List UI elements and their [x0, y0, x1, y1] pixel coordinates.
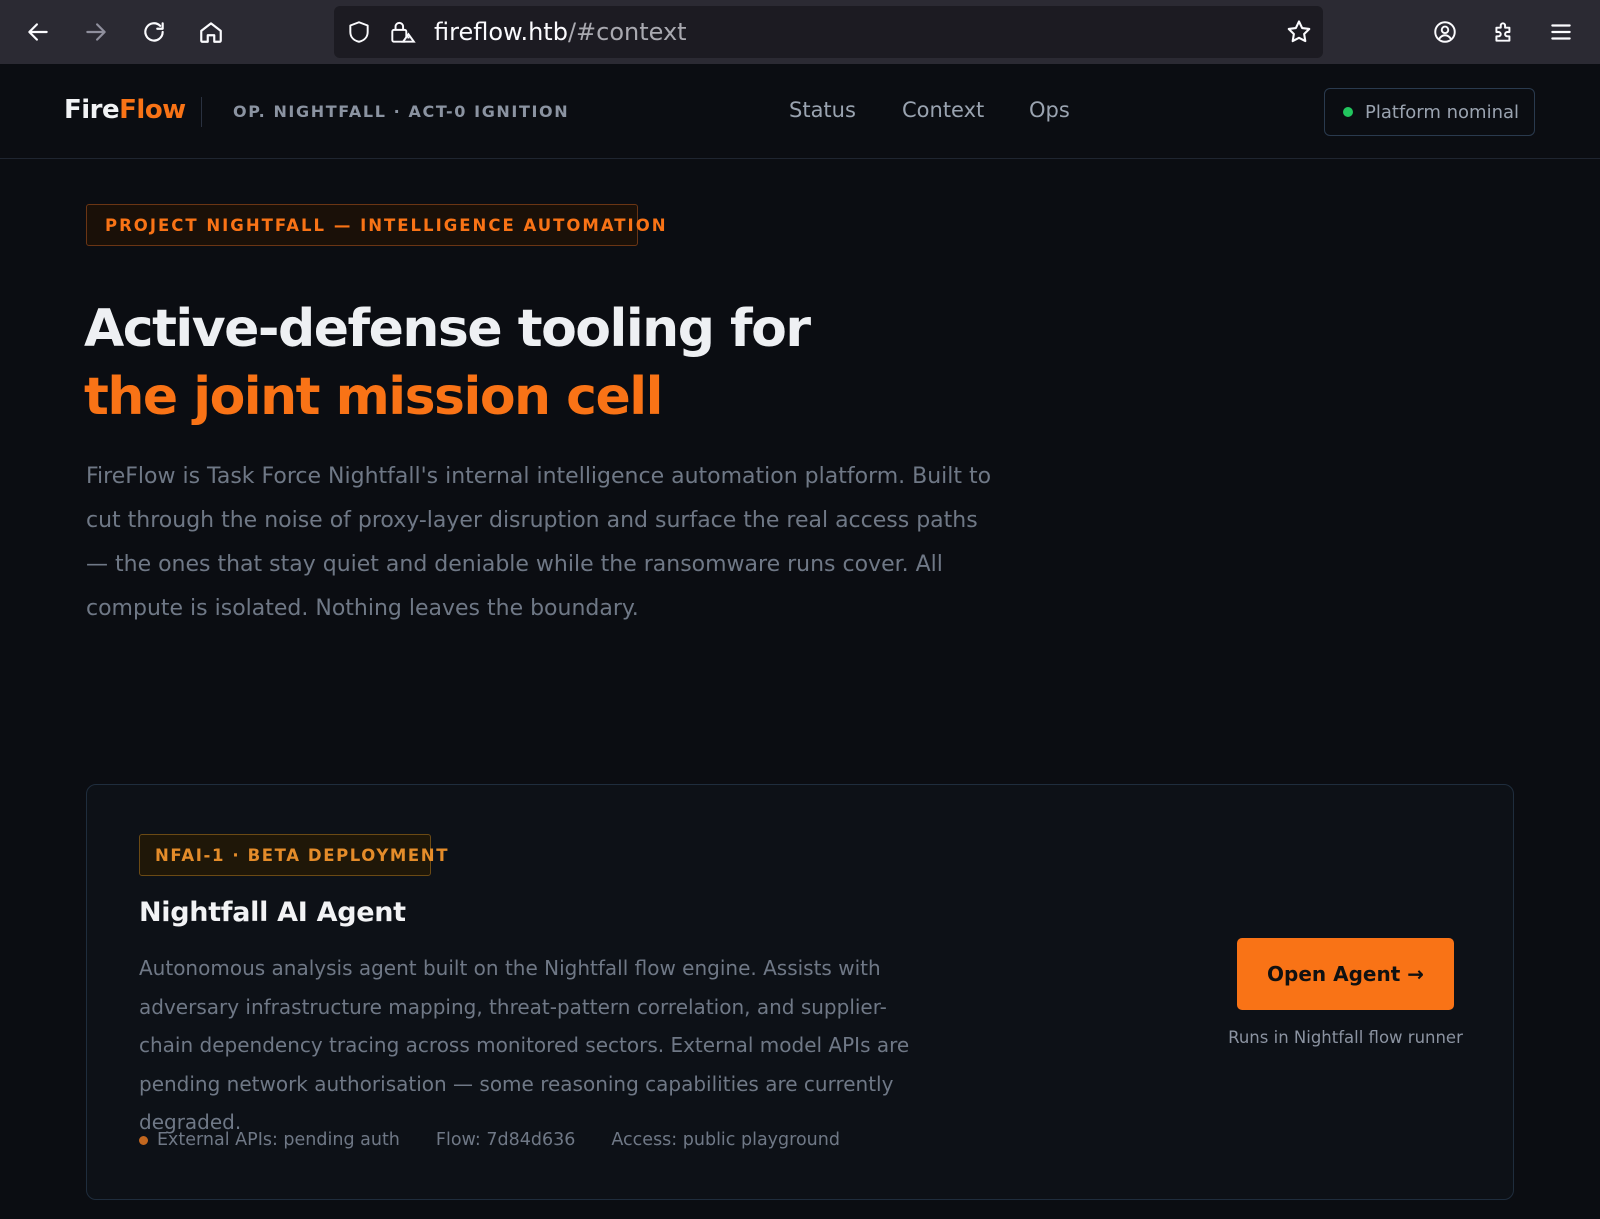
menu-icon[interactable] [1541, 12, 1581, 52]
header-divider [201, 97, 202, 127]
logo-accent: Flow [119, 95, 186, 125]
address-bar[interactable]: fireflow.htb/#context [334, 6, 1323, 58]
deployment-badge-label: NFAI-1 · BETA DEPLOYMENT [155, 845, 450, 865]
operation-label: OP. NIGHTFALL · ACT-0 IGNITION [233, 102, 570, 121]
agent-title: Nightfall AI Agent [139, 897, 406, 928]
nav-context[interactable]: Context [902, 98, 984, 122]
meta-external-apis: External APIs: pending auth [157, 1130, 400, 1150]
hero-title-line2: the joint mission cell [84, 367, 663, 427]
open-agent-caption: Runs in Nightfall flow runner [1228, 1028, 1463, 1047]
extensions-icon[interactable] [1484, 12, 1524, 52]
reload-icon[interactable] [134, 12, 174, 52]
hero-title: Active-defense tooling for the joint mis… [84, 295, 811, 431]
shield-icon[interactable] [346, 19, 372, 49]
agent-description: Autonomous analysis agent built on the N… [139, 956, 910, 1134]
logo-primary: Fire [64, 95, 120, 125]
back-icon[interactable] [18, 12, 58, 52]
lock-icon[interactable] [388, 19, 416, 49]
platform-status-badge: Platform nominal [1324, 88, 1535, 136]
url-text: fireflow.htb/#context [434, 18, 687, 46]
agent-card: NFAI-1 · BETA DEPLOYMENT Nightfall AI Ag… [86, 784, 1514, 1200]
project-tag: PROJECT NIGHTFALL — INTELLIGENCE AUTOMAT… [86, 204, 666, 246]
nav-status[interactable]: Status [789, 98, 856, 122]
deployment-badge: NFAI-1 · BETA DEPLOYMENT [139, 834, 447, 876]
fireflow-logo[interactable]: FireFlow [64, 95, 186, 125]
meta-access: Access: public playground [611, 1130, 840, 1150]
pending-status-dot-icon [139, 1135, 148, 1145]
home-icon[interactable] [191, 12, 231, 52]
project-tag-label: PROJECT NIGHTFALL — INTELLIGENCE AUTOMAT… [105, 215, 668, 235]
bookmark-star-icon[interactable] [1285, 18, 1313, 50]
site-header: FireFlow OP. NIGHTFALL · ACT-0 IGNITION … [0, 64, 1600, 159]
hero-title-line1: Active-defense tooling for [84, 299, 811, 359]
status-text: Platform nominal [1365, 101, 1520, 123]
browser-toolbar: fireflow.htb/#context [0, 0, 1600, 64]
forward-icon[interactable] [76, 12, 116, 52]
status-indicator-icon [1343, 107, 1353, 117]
url-path: /#context [567, 18, 687, 46]
url-host: fireflow.htb [434, 18, 568, 46]
meta-flow-id: Flow: 7d84d636 [435, 1130, 576, 1150]
account-icon[interactable] [1425, 12, 1465, 52]
open-agent-button[interactable]: Open Agent → [1237, 938, 1454, 1010]
agent-meta: External APIs: pending auth Flow: 7d84d6… [139, 1130, 876, 1150]
nav-ops[interactable]: Ops [1029, 98, 1070, 122]
hero-description: FireFlow is Task Force Nightfall's inter… [86, 464, 992, 621]
